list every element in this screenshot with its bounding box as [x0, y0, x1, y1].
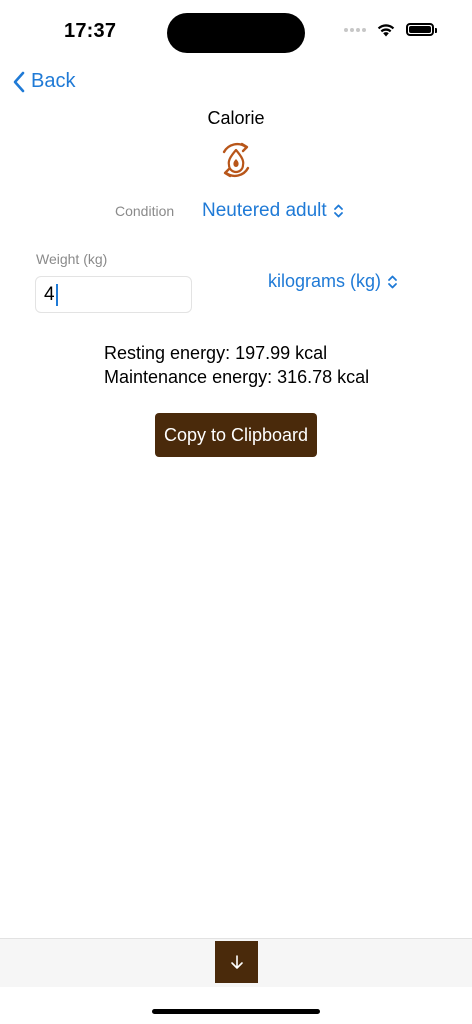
weight-label: Weight (kg) — [36, 251, 108, 267]
home-indicator — [152, 1009, 320, 1014]
resting-energy: Resting energy: 197.99 kcal — [104, 343, 328, 363]
weight-value: 4 — [44, 283, 55, 305]
status-time: 17:37 — [64, 20, 117, 42]
dynamic-island — [167, 13, 305, 53]
unit-picker[interactable]: kilograms (kg) — [268, 271, 398, 292]
battery-icon — [406, 23, 437, 36]
arrow-down-icon — [230, 955, 243, 969]
energy-results: Resting energy: 197.99 kcal Maintenance … — [104, 341, 369, 389]
maintenance-energy: Maintenance energy: 316.78 kcal — [104, 367, 370, 387]
condition-value: Neutered adult — [202, 200, 327, 221]
unit-value: kilograms (kg) — [268, 271, 382, 291]
back-button[interactable]: Back — [12, 70, 75, 93]
calorie-cycle-icon — [222, 142, 250, 178]
cellular-signal-icon — [344, 27, 366, 32]
wifi-icon — [377, 24, 395, 37]
copy-to-clipboard-button[interactable]: Copy to Clipboard — [155, 413, 317, 457]
chevron-up-down-icon — [388, 275, 397, 288]
scroll-down-button[interactable] — [215, 941, 258, 983]
condition-label: Condition — [115, 203, 175, 219]
status-icons — [344, 22, 437, 37]
chevron-up-down-icon — [333, 204, 343, 218]
condition-picker[interactable]: Neutered adult — [202, 200, 344, 222]
weight-input[interactable]: 4 — [35, 276, 192, 313]
text-cursor — [55, 283, 58, 306]
page-title: Calorie — [207, 108, 265, 128]
back-label: Back — [31, 70, 76, 92]
chevron-left-icon — [13, 71, 25, 92]
